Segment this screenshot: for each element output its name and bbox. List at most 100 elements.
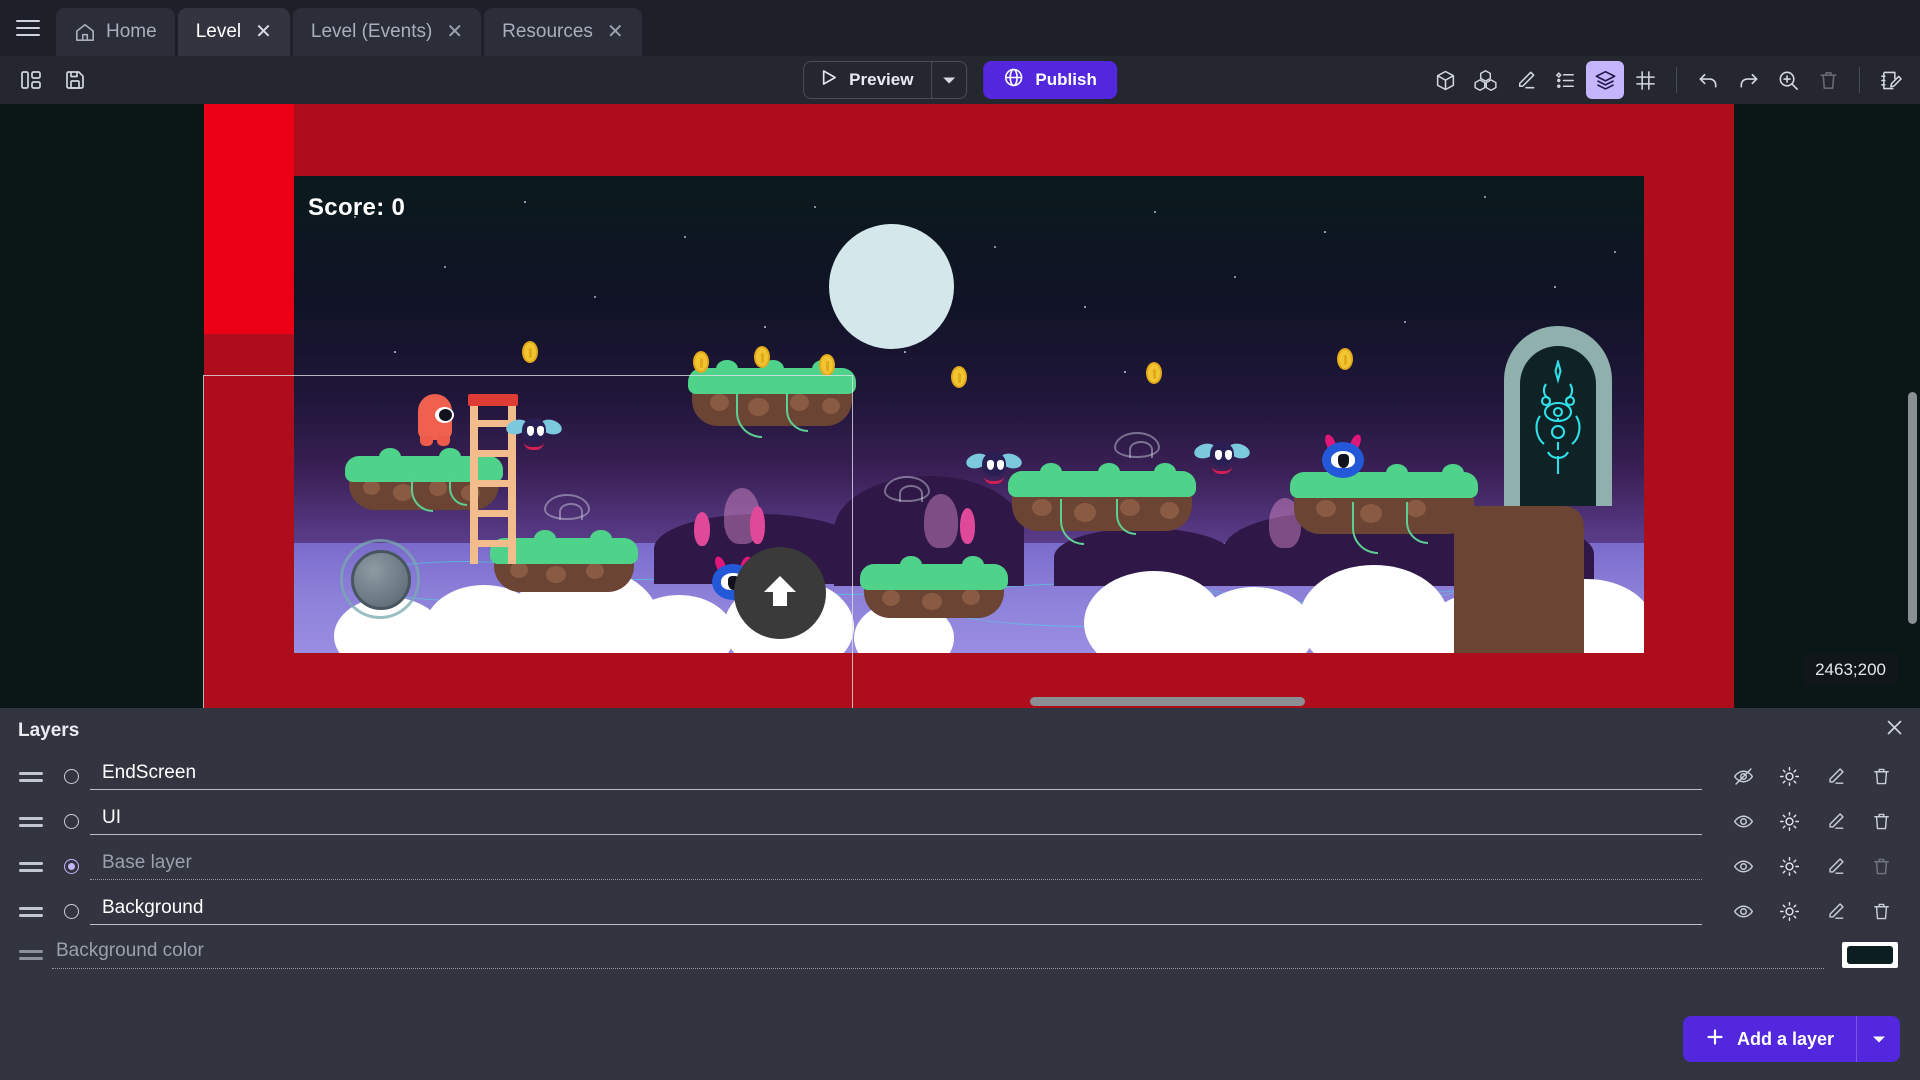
layer-select-radio[interactable]	[52, 769, 90, 784]
door-sigil-icon	[1526, 360, 1590, 483]
background-mushroom	[694, 512, 710, 546]
terrain-column	[1454, 506, 1584, 653]
layer-select-radio[interactable]	[52, 904, 90, 919]
monster-enemy	[1322, 434, 1364, 478]
hamburger-menu-icon[interactable]	[0, 0, 56, 56]
layer-name[interactable]: Background	[90, 898, 1702, 926]
pencil-icon[interactable]	[1812, 850, 1858, 884]
home-icon	[74, 22, 96, 42]
coin	[1337, 348, 1353, 370]
publish-button[interactable]: Publish	[983, 61, 1116, 99]
trash-icon	[1809, 61, 1847, 99]
redo-icon[interactable]	[1729, 61, 1767, 99]
layer-select-radio[interactable]	[52, 814, 90, 829]
play-icon	[819, 68, 838, 92]
trash-icon	[1858, 850, 1904, 884]
close-icon[interactable]: ✕	[442, 22, 463, 42]
chevron-down-icon[interactable]	[1856, 1016, 1900, 1062]
background-color-row[interactable]: Background color	[0, 934, 1920, 976]
close-icon[interactable]	[1885, 718, 1904, 743]
drag-handle-icon[interactable]	[10, 772, 52, 782]
horizontal-scrollbar[interactable]	[0, 697, 1920, 706]
effects-icon[interactable]	[1766, 805, 1812, 839]
virtual-joystick[interactable]	[340, 539, 420, 619]
layer-name[interactable]: EndScreen	[90, 763, 1702, 791]
trash-icon[interactable]	[1858, 805, 1904, 839]
effects-icon[interactable]	[1766, 895, 1812, 929]
effects-icon[interactable]	[1766, 760, 1812, 794]
cube-icon[interactable]	[1426, 61, 1464, 99]
layer-select-radio[interactable]	[52, 859, 90, 874]
tab-label: Level	[196, 21, 241, 43]
edit-notes-icon[interactable]	[1872, 61, 1910, 99]
panel-layout-icon[interactable]	[12, 61, 50, 99]
main-toolbar: Preview Publish	[0, 56, 1920, 104]
pencil-icon[interactable]	[1506, 61, 1544, 99]
zoom-icon[interactable]	[1769, 61, 1807, 99]
properties-list-icon[interactable]	[1546, 61, 1584, 99]
background-mushroom	[750, 506, 765, 544]
scrollbar-thumb[interactable]	[1908, 392, 1917, 624]
background-mushroom	[924, 494, 958, 548]
vertical-scrollbar[interactable]	[1908, 104, 1917, 708]
layer-name: Base layer	[90, 853, 1702, 881]
eye-icon[interactable]	[1720, 895, 1766, 929]
bat-enemy	[966, 452, 1022, 482]
drag-handle-icon[interactable]	[10, 862, 52, 872]
trash-icon[interactable]	[1858, 895, 1904, 929]
layer-row-endscreen[interactable]: EndScreen	[0, 754, 1920, 799]
tab-level-events[interactable]: Level (Events) ✕	[293, 8, 481, 56]
tab-level[interactable]: Level ✕	[178, 8, 290, 56]
layers-panel: Layers EndScreen	[0, 708, 1920, 1080]
cursor-coordinates: 2463;200	[1803, 654, 1898, 686]
ladder-top-cap	[468, 394, 518, 406]
pencil-icon[interactable]	[1812, 760, 1858, 794]
close-icon[interactable]: ✕	[251, 22, 272, 42]
app-window: Home Level ✕ Level (Events) ✕ Resources …	[0, 0, 1920, 1080]
layers-panel-header: Layers	[0, 708, 1920, 754]
drag-handle-icon[interactable]	[10, 817, 52, 827]
layer-row-base-layer[interactable]: Base layer	[0, 844, 1920, 889]
objects-group-icon[interactable]	[1466, 61, 1504, 99]
layer-row-ui[interactable]: UI	[0, 799, 1920, 844]
background-color-label: Background color	[52, 941, 1824, 969]
background-color-swatch[interactable]	[1842, 942, 1898, 968]
coin	[819, 354, 835, 376]
decor-eye	[544, 494, 590, 520]
platform	[1294, 472, 1474, 520]
close-icon[interactable]: ✕	[603, 22, 624, 42]
globe-icon	[1003, 67, 1024, 93]
toolbar-center-group: Preview Publish	[803, 61, 1117, 99]
preview-button[interactable]: Preview	[804, 62, 931, 98]
layer-name[interactable]: UI	[90, 808, 1702, 836]
drag-handle-icon[interactable]	[10, 907, 52, 917]
publish-label: Publish	[1035, 70, 1096, 90]
layers-icon[interactable]	[1586, 61, 1624, 99]
add-layer-button[interactable]: Add a layer	[1683, 1016, 1856, 1062]
eye-icon[interactable]	[1720, 805, 1766, 839]
pencil-icon[interactable]	[1812, 805, 1858, 839]
drag-handle-icon	[10, 950, 52, 960]
save-icon[interactable]	[56, 61, 94, 99]
undo-icon[interactable]	[1689, 61, 1727, 99]
tab-home[interactable]: Home	[56, 8, 175, 56]
grid-icon[interactable]	[1626, 61, 1664, 99]
tab-resources[interactable]: Resources ✕	[484, 8, 642, 56]
joystick-knob[interactable]	[351, 550, 411, 610]
platform	[864, 564, 1004, 604]
pencil-icon[interactable]	[1812, 895, 1858, 929]
platform	[1012, 471, 1192, 517]
scrollbar-thumb[interactable]	[1030, 697, 1305, 706]
eye-off-icon[interactable]	[1720, 760, 1766, 794]
layer-row-background[interactable]: Background	[0, 889, 1920, 934]
effects-icon[interactable]	[1766, 850, 1812, 884]
eye-icon[interactable]	[1720, 850, 1766, 884]
trash-icon[interactable]	[1858, 760, 1904, 794]
tab-bar: Home Level ✕ Level (Events) ✕ Resources …	[0, 0, 1920, 56]
layer-actions	[1720, 895, 1904, 929]
layer-actions	[1720, 760, 1904, 794]
chevron-down-icon[interactable]	[932, 62, 966, 98]
level-canvas[interactable]: Score: 0 2463;200	[0, 104, 1920, 708]
background-color-value	[1847, 946, 1893, 964]
jump-button[interactable]	[734, 547, 826, 639]
